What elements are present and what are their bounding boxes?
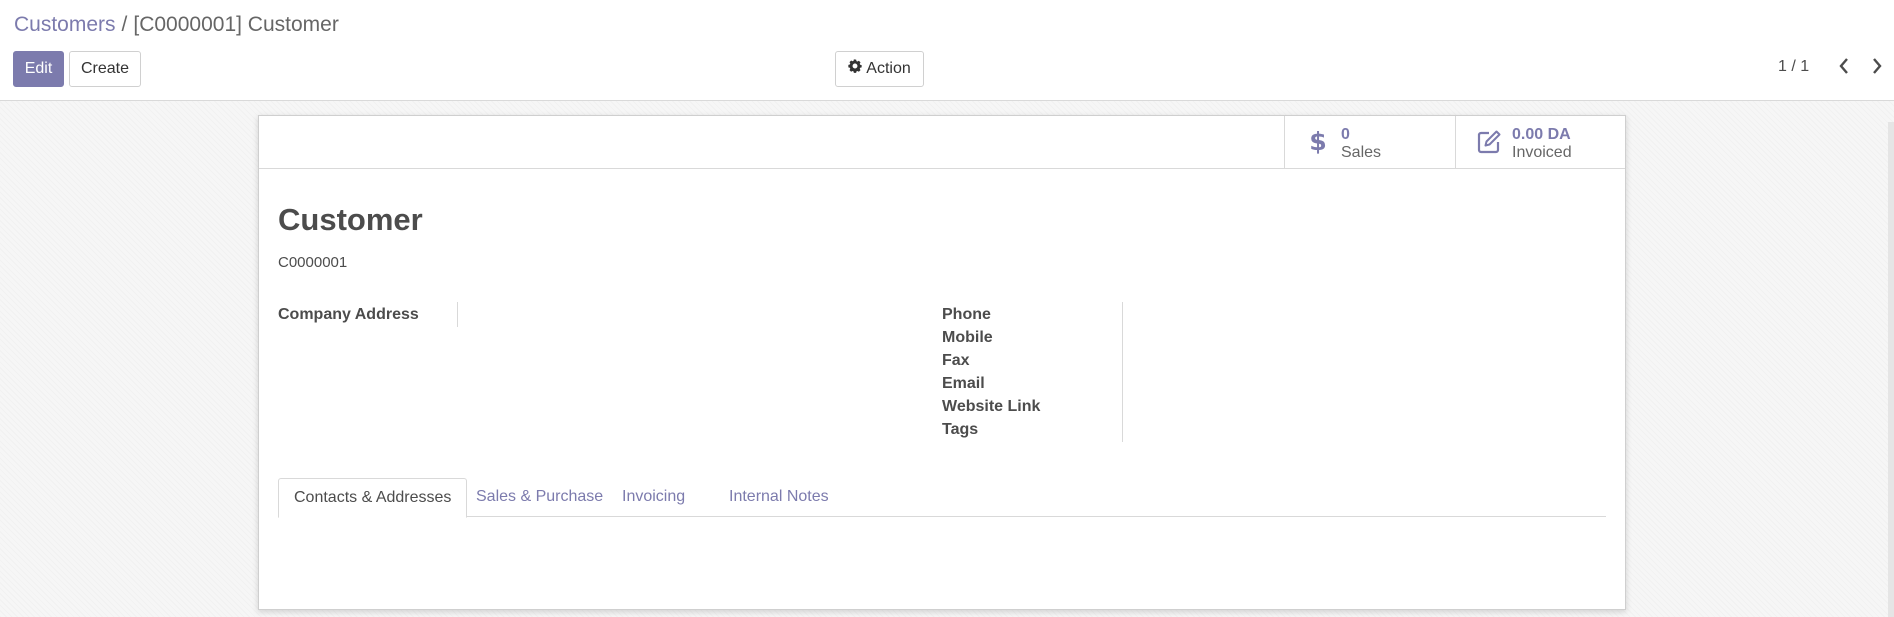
company-address-label: Company Address bbox=[278, 306, 419, 323]
smart-button-box: $ 0 Sales 0.00 DA Invoiced bbox=[259, 116, 1625, 169]
fax-label: Fax bbox=[942, 352, 970, 369]
contact-fields: Phone Mobile Fax Email Website Link Tags bbox=[942, 303, 1124, 441]
tab-invoicing[interactable]: Invoicing bbox=[607, 478, 700, 517]
sales-stat-button[interactable]: $ 0 Sales bbox=[1284, 116, 1455, 169]
create-button[interactable]: Create bbox=[69, 51, 141, 87]
record-title[interactable]: Customer bbox=[278, 202, 423, 238]
tab-internal-notes[interactable]: Internal Notes bbox=[714, 478, 844, 517]
action-button-label: Action bbox=[866, 60, 911, 77]
field-divider bbox=[1122, 302, 1123, 442]
pager-value[interactable]: 1 / 1 bbox=[1778, 58, 1809, 76]
breadcrumb-current: [C0000001] Customer bbox=[133, 13, 339, 36]
pager-previous-button[interactable] bbox=[1833, 56, 1855, 80]
action-button[interactable]: Action bbox=[835, 51, 924, 87]
breadcrumb-customers-link[interactable]: Customers bbox=[14, 13, 116, 36]
sales-label: Sales bbox=[1341, 144, 1382, 161]
tab-sales-purchase[interactable]: Sales & Purchase bbox=[461, 478, 618, 517]
breadcrumb-separator: / bbox=[121, 13, 128, 36]
scrollbar[interactable] bbox=[1888, 122, 1894, 617]
invoiced-stat-button[interactable]: 0.00 DA Invoiced bbox=[1455, 116, 1626, 169]
pager-next-button[interactable] bbox=[1866, 56, 1888, 80]
invoiced-amount: 0.00 DA bbox=[1512, 126, 1571, 143]
email-label: Email bbox=[942, 375, 985, 392]
notebook-tabs: Contacts & Addresses Sales & Purchase In… bbox=[278, 478, 1606, 518]
tags-label: Tags bbox=[942, 421, 979, 438]
chevron-left-icon bbox=[1838, 57, 1850, 80]
edit-button[interactable]: Edit bbox=[13, 51, 64, 87]
tab-contacts-addresses[interactable]: Contacts & Addresses bbox=[278, 478, 468, 518]
edit-icon bbox=[1474, 127, 1504, 157]
phone-label: Phone bbox=[942, 306, 991, 323]
invoiced-label: Invoiced bbox=[1512, 144, 1572, 161]
sales-count: 0 bbox=[1341, 126, 1350, 143]
mobile-label: Mobile bbox=[942, 329, 993, 346]
gear-icon bbox=[848, 52, 862, 86]
field-divider bbox=[457, 302, 458, 327]
dollar-icon: $ bbox=[1303, 127, 1333, 157]
website-link-label: Website Link bbox=[942, 398, 1041, 415]
control-panel: Customers / [C0000001] Customer Edit Creat… bbox=[0, 0, 1894, 101]
svg-text:$: $ bbox=[1309, 128, 1327, 156]
breadcrumb: Customers / [C0000001] Customer bbox=[14, 12, 339, 38]
record-reference: C0000001 bbox=[278, 254, 348, 271]
chevron-right-icon bbox=[1871, 57, 1883, 80]
form-sheet: $ 0 Sales 0.00 DA Invoiced Customer C000… bbox=[258, 115, 1626, 610]
